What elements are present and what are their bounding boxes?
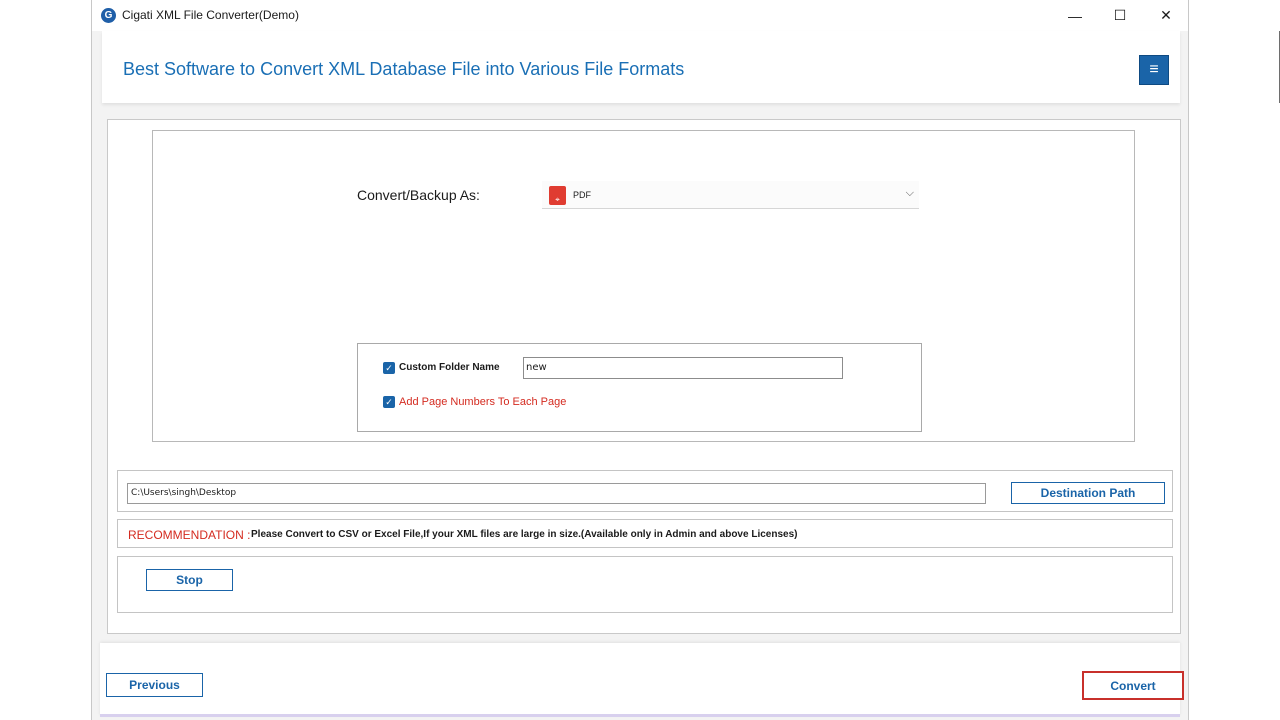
page-numbers-label: Add Page Numbers To Each Page <box>399 396 567 408</box>
window-title: Cigati XML File Converter(Demo) <box>122 8 299 22</box>
destination-path-button[interactable]: Destination Path <box>1011 482 1165 504</box>
maximize-button[interactable]: ☐ <box>1097 0 1143 31</box>
app-header: Best Software to Convert XML Database Fi… <box>102 31 1180 103</box>
menu-button[interactable]: ≡ <box>1139 55 1169 85</box>
conversion-settings-panel: Convert/Backup As: ⌖ PDF ⌵ ✓ Custom Fold… <box>152 130 1135 442</box>
minimize-button[interactable]: — <box>1052 0 1098 31</box>
hamburger-icon: ≡ <box>1149 61 1159 78</box>
convert-as-label: Convert/Backup As: <box>357 187 480 203</box>
pdf-icon: ⌖ <box>549 186 566 205</box>
previous-button[interactable]: Previous <box>106 673 203 697</box>
recommendation-text: Please Convert to CSV or Excel File,If y… <box>251 529 798 540</box>
page-title: Best Software to Convert XML Database Fi… <box>123 59 685 79</box>
footer-divider <box>100 714 1180 717</box>
progress-panel: Stop <box>117 556 1173 613</box>
recommendation-label: RECOMMENDATION : <box>128 528 251 542</box>
destination-panel: C:\Users\singh\Desktop Destination Path <box>117 470 1173 512</box>
main-panel: Convert/Backup As: ⌖ PDF ⌵ ✓ Custom Fold… <box>107 119 1181 634</box>
recommendation-panel: RECOMMENDATION : Please Convert to CSV o… <box>117 519 1173 548</box>
convert-button[interactable]: Convert <box>1082 671 1184 700</box>
options-box: ✓ Custom Folder Name new ✓ Add Page Numb… <box>357 343 922 432</box>
destination-path-input[interactable]: C:\Users\singh\Desktop <box>127 483 986 504</box>
footer-bar: Previous Convert <box>100 643 1184 716</box>
custom-folder-input[interactable]: new <box>523 357 843 379</box>
stop-button[interactable]: Stop <box>146 569 233 591</box>
app-logo-icon: G <box>101 8 116 23</box>
close-button[interactable]: ✕ <box>1143 0 1189 31</box>
title-bar[interactable]: G Cigati XML File Converter(Demo) — ☐ ✕ <box>92 0 1188 31</box>
format-dropdown-value: PDF <box>573 190 591 200</box>
format-dropdown[interactable]: ⌖ PDF ⌵ <box>542 181 919 209</box>
chevron-down-icon: ⌵ <box>905 187 914 199</box>
page-numbers-checkbox[interactable]: ✓ <box>383 396 395 408</box>
app-window: G Cigati XML File Converter(Demo) — ☐ ✕ … <box>91 0 1280 720</box>
custom-folder-label: Custom Folder Name <box>399 362 500 373</box>
custom-folder-checkbox[interactable]: ✓ <box>383 362 395 374</box>
